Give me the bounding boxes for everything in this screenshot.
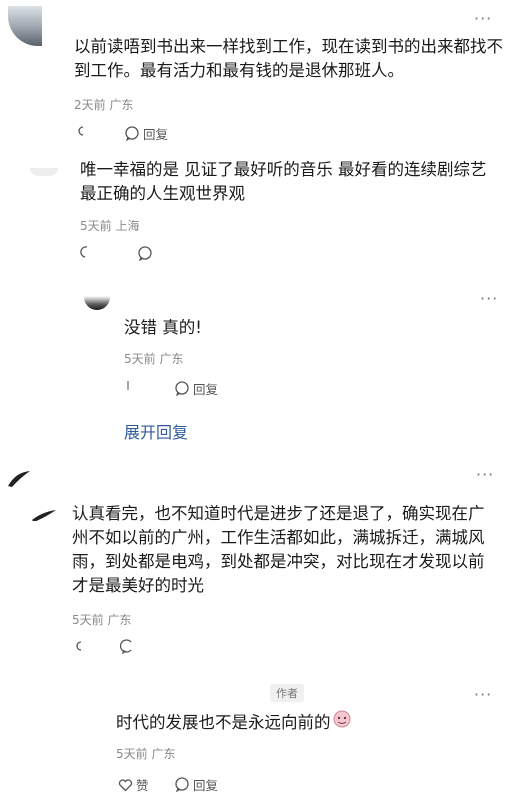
comment-time: 5天前 [72, 613, 104, 627]
comment-location: 广东 [107, 613, 132, 627]
emoji-icon [333, 710, 351, 735]
avatar[interactable] [30, 507, 58, 521]
comment-bubble-icon [120, 639, 134, 654]
comment-bubble-icon [174, 381, 190, 396]
heart-icon [74, 125, 86, 137]
comment-time: 5天前 [124, 352, 156, 366]
reply-button[interactable]: 回复 [174, 379, 218, 398]
comment-time: 2天前 [74, 98, 106, 112]
author-badge: 作者 [270, 684, 304, 702]
avatar-graphic [32, 510, 56, 521]
reply-button[interactable] [137, 246, 153, 261]
avatar[interactable] [84, 296, 110, 310]
like-button[interactable]: 赞 [118, 775, 149, 794]
comment-time: 5天前 [116, 747, 148, 761]
more-options-icon[interactable]: ··· [474, 11, 492, 27]
reply-button[interactable]: 回复 [124, 124, 168, 143]
comment-meta: 5天前 广东 [124, 350, 183, 367]
reply-text-content: 时代的发展也不是永远向前的 [116, 712, 331, 732]
comment-meta: 5天前 广东 [72, 611, 131, 628]
like-button[interactable] [126, 380, 130, 392]
comment-bubble-icon [137, 246, 153, 261]
heart-icon [80, 245, 90, 259]
like-button[interactable] [74, 125, 86, 137]
heart-icon [126, 380, 130, 392]
avatar[interactable] [8, 6, 42, 46]
reply-label: 回复 [193, 778, 219, 793]
comment-meta: 5天前 上海 [80, 217, 139, 234]
heart-icon [118, 778, 133, 792]
more-options-icon[interactable]: ··· [480, 291, 498, 307]
avatar-graphic [8, 471, 30, 487]
more-options-icon[interactable]: ··· [476, 467, 494, 483]
like-label: 赞 [136, 778, 149, 793]
comment-meta: 5天前 广东 [116, 745, 175, 762]
heart-icon [72, 640, 84, 652]
expand-replies-link[interactable]: 展开回复 [124, 419, 188, 443]
like-button[interactable] [72, 640, 84, 652]
comment-location: 广东 [151, 747, 176, 761]
reply-button[interactable]: 回复 [174, 775, 218, 794]
comment-bubble-icon [124, 126, 140, 141]
like-button[interactable] [80, 245, 90, 259]
comment-location: 广东 [159, 352, 184, 366]
comment-text: 唯一幸福的是 见证了最好听的音乐 最好看的连续剧综艺 最正确的人生观世界观 [80, 160, 487, 203]
reply-text: 时代的发展也不是永远向前的 [116, 710, 351, 735]
avatar[interactable] [6, 470, 32, 488]
more-options-icon[interactable]: ··· [474, 687, 492, 703]
avatar[interactable] [30, 168, 58, 176]
comment-time: 5天前 [80, 219, 112, 233]
comment-text: 认真看完，也不知道时代是进步了还是退了，确实现在广州不如以前的广州，工作生活都如… [72, 504, 485, 595]
reply-text: 没错 真的! [124, 318, 202, 337]
reply-label: 回复 [193, 382, 219, 397]
comment-location: 上海 [115, 219, 140, 233]
comment-location: 广东 [109, 98, 134, 112]
comment-text: 以前读唔到书出来一样找到工作，现在读到书的出来都找不到工作。最有活力和最有钱的是… [74, 37, 503, 80]
reply-button[interactable] [120, 639, 134, 654]
reply-label: 回复 [143, 127, 169, 142]
comment-bubble-icon [174, 777, 190, 792]
comment-meta: 2天前 广东 [74, 96, 133, 113]
